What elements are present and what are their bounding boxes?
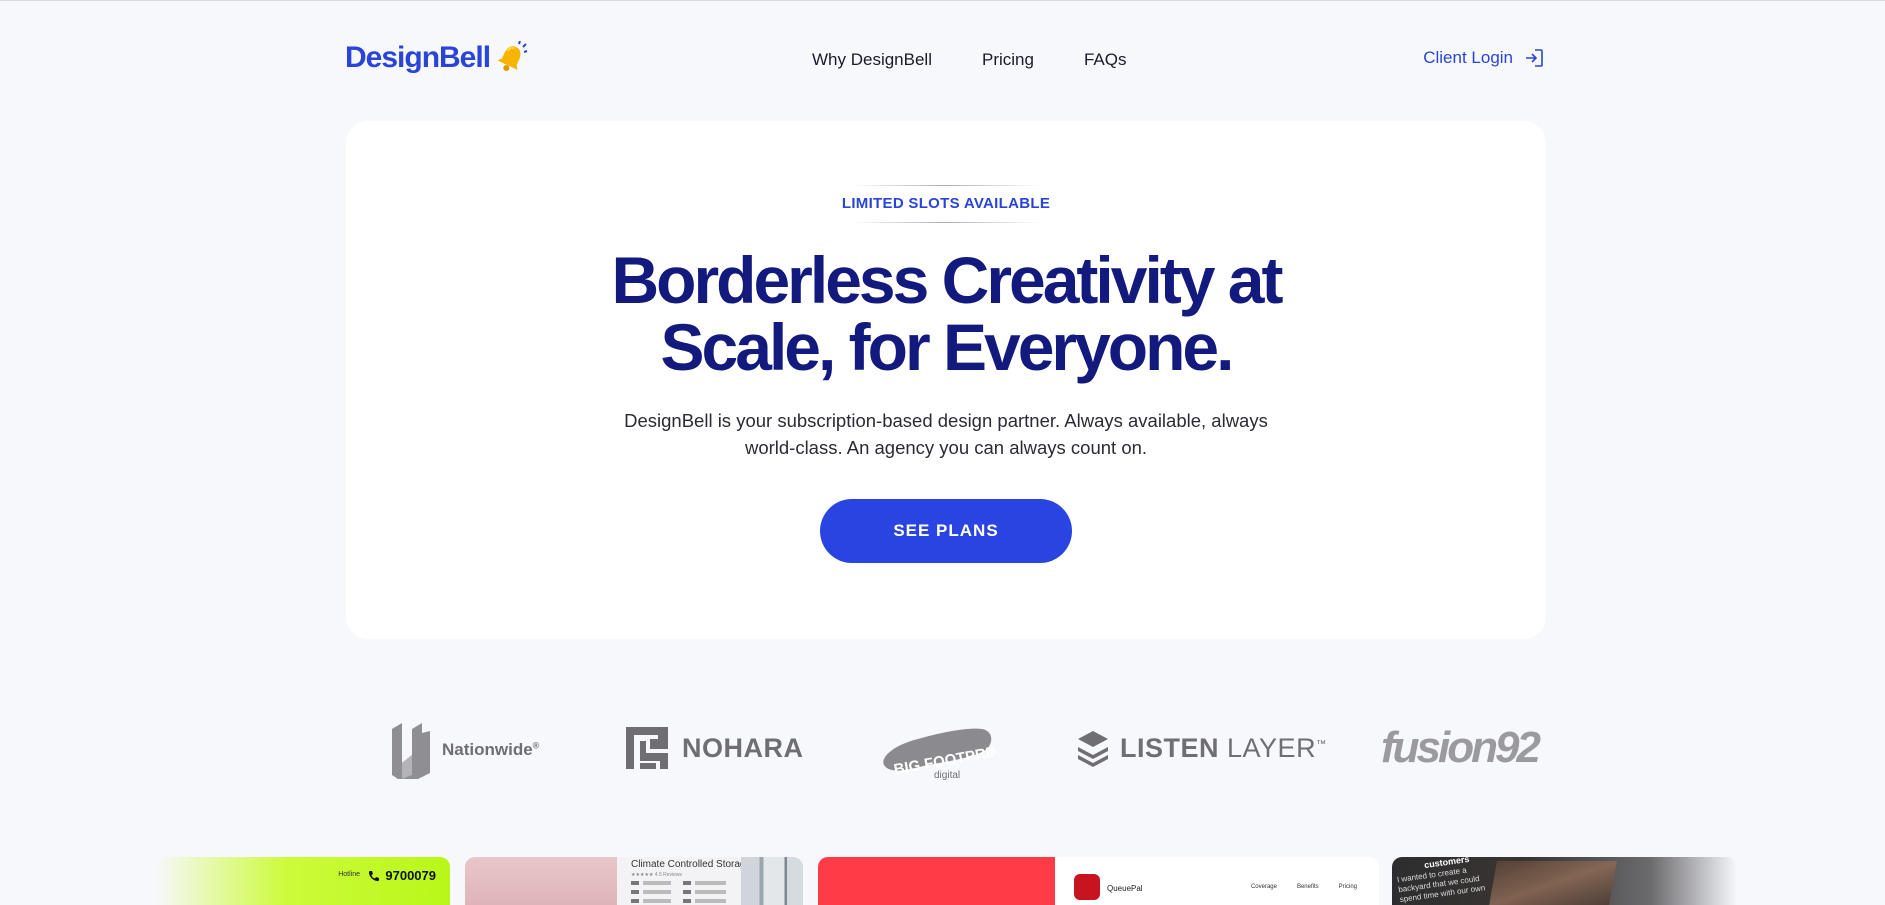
- badge-text: LIMITED SLOTS AVAILABLE: [841, 195, 1051, 212]
- tile2-photo: [741, 857, 803, 905]
- client-login-label: Client Login: [1423, 48, 1513, 67]
- nohara-name: NOHARA: [682, 732, 804, 763]
- portfolio-tile-2[interactable]: Climate Controlled Storage ★★★★★ 4.5 Rev…: [465, 857, 803, 905]
- site-header: DesignBell Why DesignBell Pricing FAQs C…: [345, 38, 1545, 82]
- nav-pricing[interactable]: Pricing: [982, 50, 1034, 70]
- portfolio-strip: Hotline 9700079 Climate Controlled Stora…: [0, 857, 1885, 905]
- layer-text: LAYER: [1227, 732, 1317, 763]
- bigfootprint-digital: digital: [934, 770, 960, 781]
- tile1-phone: 9700079: [368, 868, 436, 883]
- bell-icon: [497, 41, 528, 71]
- tile4-image: [1487, 861, 1617, 905]
- hero-title-line-2: Scale, for Everyone.: [660, 310, 1235, 384]
- tile4-text: I wanted to create a backyard that we co…: [1396, 865, 1486, 905]
- tile3-nav: Coverage Benefits Pricing: [1251, 884, 1357, 890]
- portfolio-tile-1[interactable]: Hotline 9700079: [155, 857, 450, 905]
- tile3-app-icon: [1074, 874, 1100, 900]
- logo-listenlayer: LISTEN LAYER™: [1076, 729, 1327, 767]
- nav-faqs[interactable]: FAQs: [1084, 50, 1127, 70]
- hero-title: Borderless Creativity at Scale, for Ever…: [346, 247, 1546, 381]
- top-border: [0, 0, 1885, 1]
- fusion92-name: fusion92: [1381, 723, 1541, 772]
- logo-bigfootprint: BIG FOOTPRINT digital: [876, 719, 996, 781]
- tile3-app-name: QueuePal: [1107, 884, 1143, 893]
- slots-badge: LIMITED SLOTS AVAILABLE: [346, 185, 1546, 223]
- logo-nationwide: Nationwide®: [388, 719, 539, 781]
- main-nav: Why DesignBell Pricing FAQs: [812, 50, 1126, 70]
- tile3-nav-coverage: Coverage: [1250, 884, 1277, 890]
- nationwide-mark-icon: [392, 723, 430, 779]
- nav-why-designbell[interactable]: Why DesignBell: [812, 50, 932, 70]
- logo-nohara: NOHARA: [626, 727, 804, 769]
- tile1-hotline: Hotline: [338, 871, 360, 878]
- tile2-feature-rows: [631, 881, 726, 905]
- tile1-phone-number: 9700079: [385, 868, 436, 883]
- hero-title-line-1: Borderless Creativity at: [611, 243, 1284, 317]
- tile3-red-panel: [818, 857, 1055, 905]
- nohara-mark-icon: [626, 727, 668, 769]
- listenlayer-tm: ™: [1316, 738, 1327, 750]
- see-plans-button[interactable]: SEE PLANS: [820, 499, 1072, 563]
- tile2-rating: ★★★★★ 4.5 Reviews: [631, 872, 683, 878]
- badge-divider-bottom: [851, 222, 1041, 223]
- hero-subtitle: DesignBell is your subscription-based de…: [624, 410, 1268, 458]
- portfolio-tile-4[interactable]: customers I wanted to create a backyard …: [1392, 857, 1737, 905]
- client-login-link[interactable]: Client Login: [1423, 47, 1545, 69]
- listen-text: LISTEN: [1120, 732, 1220, 763]
- nationwide-name: Nationwide®: [442, 740, 539, 760]
- listenlayer-stack-icon: [1078, 731, 1108, 767]
- tile2-image: [465, 857, 617, 905]
- tile3-nav-benefits: Benefits: [1296, 884, 1319, 890]
- logo-fusion92: fusion92: [1381, 723, 1541, 773]
- client-logos: Nationwide® NOHARA BIG FOOTPRINT digital…: [0, 715, 1885, 785]
- logo-text: DesignBell: [345, 41, 491, 74]
- tile3-nav-pricing: Pricing: [1338, 884, 1357, 890]
- portfolio-tile-3[interactable]: QueuePal Coverage Benefits Pricing: [818, 857, 1379, 905]
- listenlayer-name: LISTEN LAYER™: [1120, 733, 1327, 764]
- tile2-title: Climate Controlled Storage: [631, 859, 752, 870]
- nationwide-registered: ®: [532, 740, 540, 751]
- nationwide-text: Nationwide: [442, 740, 533, 759]
- site-logo[interactable]: DesignBell: [345, 41, 528, 75]
- bigfootprint-mark-icon: BIG FOOTPRINT digital: [883, 728, 996, 781]
- login-arrow-icon: [1526, 49, 1543, 67]
- hero-card: LIMITED SLOTS AVAILABLE Borderless Creat…: [346, 121, 1546, 639]
- phone-icon: [369, 870, 380, 881]
